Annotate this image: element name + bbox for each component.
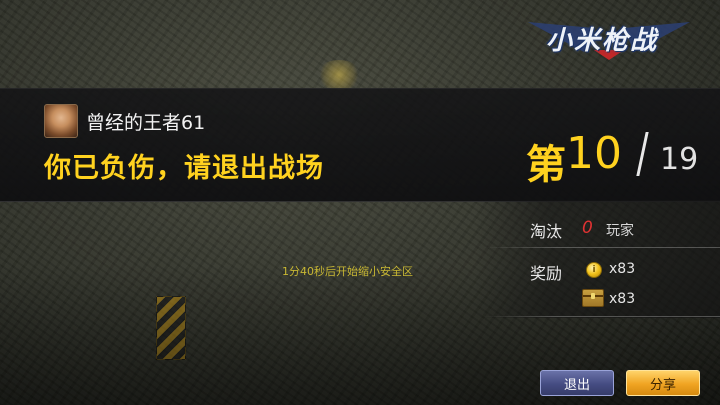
- game-logo: 小米枪战: [524, 12, 694, 62]
- stats-divider: [484, 247, 720, 248]
- elimination-label: 淘汰: [530, 222, 563, 241]
- status-message: 你已负伤，请退出战场: [44, 153, 324, 184]
- logo-text: 小米枪战: [546, 26, 659, 56]
- player-name: 曾经的王者61: [86, 112, 206, 134]
- stats-divider: [484, 316, 720, 317]
- rank-total: 19: [660, 142, 699, 177]
- player-avatar: [44, 104, 78, 138]
- coin-icon: i: [586, 262, 602, 278]
- exit-button[interactable]: 退出: [540, 370, 614, 396]
- coin-amount: x83: [609, 261, 636, 277]
- elimination-unit: 玩家: [606, 223, 634, 239]
- elimination-count: 0: [582, 218, 593, 238]
- treasure-chest-icon: [582, 289, 604, 307]
- reward-label: 奖励: [530, 264, 563, 283]
- safe-zone-timer: 1分40秒后开始缩小安全区: [282, 265, 413, 278]
- background-flower: [316, 60, 362, 90]
- rank-position: 10: [566, 128, 622, 179]
- rank-prefix: 第: [526, 142, 566, 188]
- chest-amount: x83: [609, 291, 636, 307]
- share-button[interactable]: 分享: [626, 370, 700, 396]
